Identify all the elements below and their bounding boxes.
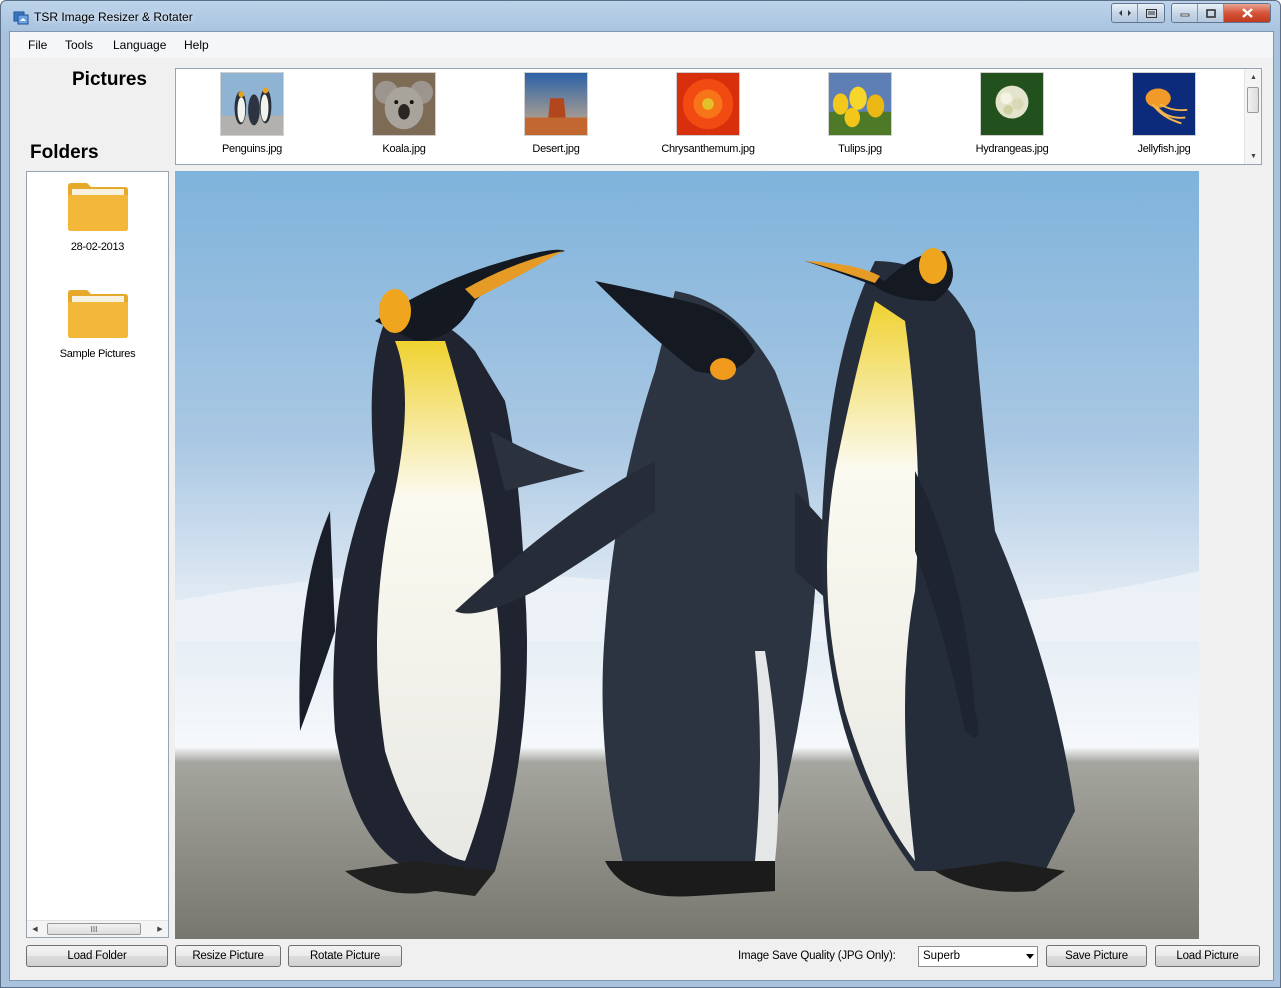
window-title: TSR Image Resizer & Rotater bbox=[34, 10, 193, 24]
arrows-icon bbox=[1118, 10, 1131, 16]
load-picture-button[interactable]: Load Picture bbox=[1155, 945, 1260, 967]
quality-label: Image Save Quality (JPG Only): bbox=[738, 950, 896, 962]
folders-heading: Folders bbox=[30, 142, 99, 163]
scroll-thumb[interactable]: III bbox=[47, 923, 141, 935]
tray-button[interactable] bbox=[1138, 4, 1164, 22]
thumbnail-item[interactable]: Desert.jpg bbox=[491, 72, 621, 155]
folder-icon bbox=[67, 290, 128, 338]
thumbnail-item[interactable]: Chrysanthemum.jpg bbox=[643, 72, 773, 155]
folder-icon bbox=[67, 183, 128, 231]
thumbnail-label: Chrysanthemum.jpg bbox=[661, 143, 755, 155]
pictures-heading: Pictures bbox=[72, 69, 147, 90]
resize-picture-button[interactable]: Resize Picture bbox=[175, 945, 281, 967]
scroll-thumb[interactable] bbox=[1247, 87, 1259, 113]
scroll-up-icon[interactable]: ▲ bbox=[1245, 70, 1262, 84]
thumbnail-label: Penguins.jpg bbox=[221, 143, 282, 155]
scroll-down-icon[interactable]: ▼ bbox=[1245, 149, 1262, 163]
penguins-thumbnail bbox=[220, 72, 284, 136]
chrysanthemum-thumbnail bbox=[676, 72, 740, 136]
thumbnail-label: Tulips.jpg bbox=[838, 143, 882, 155]
thumbnail-label: Desert.jpg bbox=[532, 143, 580, 155]
scroll-left-icon[interactable]: ◀ bbox=[27, 922, 43, 936]
menu-bar: File Tools Language Help bbox=[10, 32, 1273, 58]
extra-title-buttons bbox=[1111, 3, 1165, 23]
folder-item[interactable]: 28-02-2013 bbox=[27, 180, 168, 253]
app-icon bbox=[13, 11, 29, 25]
pictures-vertical-scrollbar[interactable]: ▲ ▼ bbox=[1244, 69, 1261, 164]
app-window: TSR Image Resizer & Rotater File Tools L… bbox=[0, 0, 1281, 988]
chevron-down-icon bbox=[1026, 954, 1034, 959]
minimize-button[interactable] bbox=[1172, 4, 1198, 22]
koala-thumbnail bbox=[372, 72, 436, 136]
folder-label: Sample Pictures bbox=[59, 348, 136, 360]
folders-horizontal-scrollbar[interactable]: ◀ III ▶ bbox=[27, 920, 168, 937]
rotate-picture-button[interactable]: Rotate Picture bbox=[288, 945, 402, 967]
thumbnail-item[interactable]: Koala.jpg bbox=[339, 72, 469, 155]
quality-selected-value: Superb bbox=[923, 950, 961, 962]
menu-language[interactable]: Language bbox=[113, 38, 166, 52]
save-picture-button[interactable]: Save Picture bbox=[1046, 945, 1147, 967]
pin-button[interactable] bbox=[1112, 4, 1138, 22]
maximize-icon bbox=[1205, 8, 1216, 18]
menu-tools[interactable]: Tools bbox=[65, 38, 93, 52]
client-area: File Tools Language Help Pictures Folder… bbox=[9, 31, 1274, 981]
jellyfish-thumbnail bbox=[1132, 72, 1196, 136]
folder-label: 28-02-2013 bbox=[70, 241, 125, 253]
scroll-right-icon[interactable]: ▶ bbox=[152, 922, 168, 936]
hydrangeas-thumbnail bbox=[980, 72, 1044, 136]
tulips-thumbnail bbox=[828, 72, 892, 136]
minimize-icon bbox=[1180, 13, 1189, 17]
title-bar[interactable]: TSR Image Resizer & Rotater bbox=[1, 1, 1280, 31]
menu-help[interactable]: Help bbox=[184, 38, 209, 52]
thumbnail-label: Hydrangeas.jpg bbox=[975, 143, 1049, 155]
window-list-icon bbox=[1145, 8, 1157, 18]
menu-file[interactable]: File bbox=[28, 38, 47, 52]
thumbnail-item[interactable]: Hydrangeas.jpg bbox=[947, 72, 1077, 155]
thumbnail-item[interactable]: Jellyfish.jpg bbox=[1099, 72, 1229, 155]
quality-select[interactable]: Superb bbox=[918, 946, 1038, 967]
thumbnail-item[interactable]: Tulips.jpg bbox=[795, 72, 925, 155]
window-controls bbox=[1171, 3, 1271, 23]
thumbnail-item[interactable]: Penguins.jpg bbox=[187, 72, 317, 155]
folders-list[interactable]: 28-02-2013 Sample Pictures ◀ III ▶ bbox=[26, 171, 169, 938]
thumbnail-label: Koala.jpg bbox=[382, 143, 426, 155]
pictures-list[interactable]: Penguins.jpg Koala.jpg Desert.jpg Chrysa… bbox=[175, 68, 1262, 165]
folder-item[interactable]: Sample Pictures bbox=[27, 287, 168, 360]
desert-thumbnail bbox=[524, 72, 588, 136]
maximize-button[interactable] bbox=[1198, 4, 1224, 22]
load-folder-button[interactable]: Load Folder bbox=[26, 945, 168, 967]
picture-preview bbox=[175, 171, 1199, 939]
close-button[interactable] bbox=[1224, 4, 1270, 22]
close-icon bbox=[1241, 8, 1253, 18]
thumbnail-label: Jellyfish.jpg bbox=[1137, 143, 1191, 155]
